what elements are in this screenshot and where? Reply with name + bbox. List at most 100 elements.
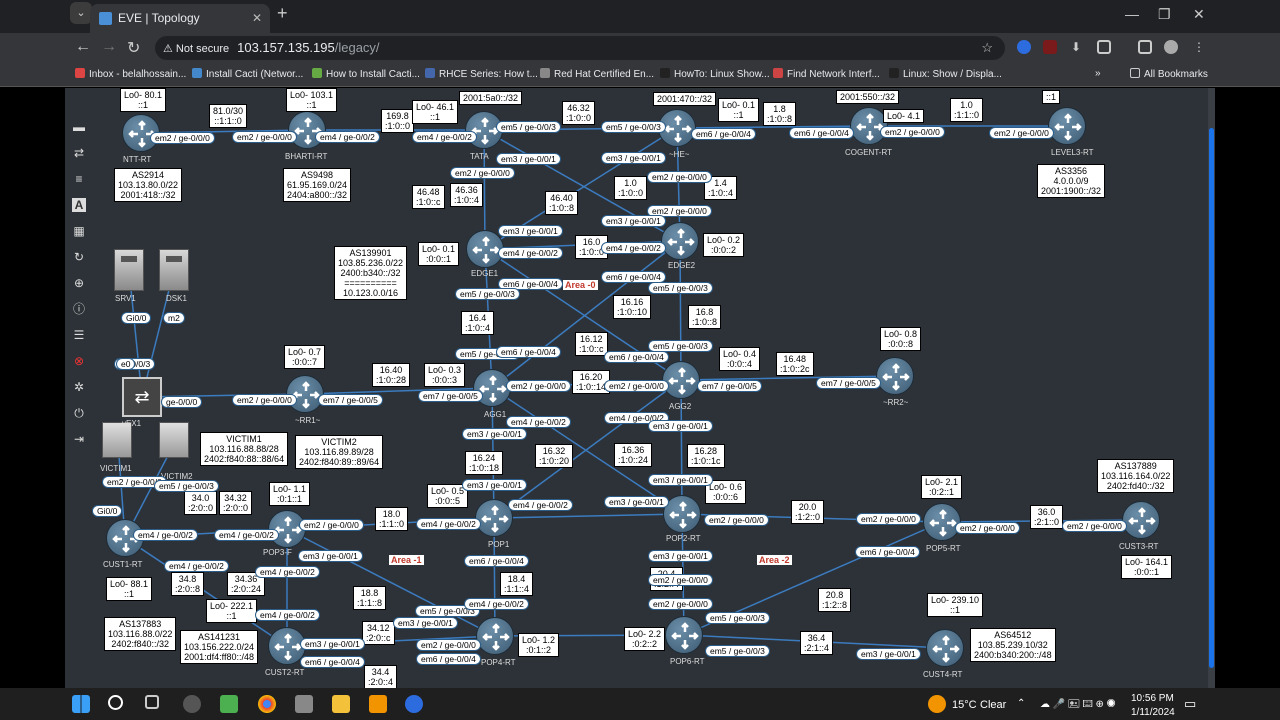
port-label[interactable]: em7 / ge-0/0/5 [697,380,762,392]
node-label-edge2[interactable]: EDGE2 [668,261,695,270]
close-tab-icon[interactable]: ✕ [252,4,262,33]
router-level3[interactable] [1048,107,1086,145]
port-label[interactable]: em3 / ge-0/0/1 [856,648,921,660]
zoom-extension-icon[interactable] [1017,40,1031,54]
app-icon[interactable] [295,695,313,713]
port-label[interactable]: em2 / ge-0/0/0 [416,639,481,651]
start-icon[interactable] [72,695,90,713]
address-bar[interactable]: ⚠ Not secure 103.157.135.195/legacy/ ☆ [155,36,1005,60]
node-label-vex1[interactable]: vEX1 [122,419,141,428]
port-label[interactable]: em4 / ge-0/0/2 [164,560,229,572]
port-label[interactable]: em2 / ge-0/0/0 [704,514,769,526]
port-label[interactable]: em5 / ge-0/0/3 [496,121,561,133]
port-label[interactable]: em6 / ge-0/0/4 [789,127,854,139]
router-pop4[interactable] [476,617,514,655]
port-label[interactable]: em2 / ge-0/0/0 [880,126,945,138]
more-bookmarks-icon[interactable]: » [1095,68,1101,79]
notification-icon[interactable]: ▭ [1184,696,1196,712]
port-label[interactable]: em3 / ge-0/0/1 [393,617,458,629]
port-label[interactable]: em6 / ge-0/0/4 [604,351,669,363]
port-label[interactable]: em6 / ge-0/0/4 [855,546,920,558]
port-label[interactable]: em5 / ge-0/0/3 [154,480,219,492]
port-label[interactable]: em5 / ge-0/0/3 [601,121,666,133]
port-label[interactable]: e0 [116,358,136,370]
bookmark-item[interactable]: RHCE Series: How t... [425,68,538,80]
search-icon[interactable] [108,695,123,710]
switch-vex1[interactable]: ⇄ [122,377,162,417]
port-label[interactable]: em2 / ge-0/0/0 [150,132,215,144]
port-label[interactable]: em2 / ge-0/0/0 [506,380,571,392]
node-label-cust4[interactable]: CUST4-RT [923,670,962,679]
chatgpt-icon[interactable] [183,695,201,713]
port-label[interactable]: em4 / ge-0/0/2 [464,598,529,610]
node-label-pop1[interactable]: POP1 [488,540,509,549]
port-label[interactable]: em4 / ge-0/0/2 [133,529,198,541]
download-icon[interactable]: ⬇ [1071,40,1085,54]
file-explorer-icon[interactable] [332,695,350,713]
port-label[interactable]: em2 / ge-0/0/0 [647,171,712,183]
close-window-icon[interactable]: ✕ [1193,6,1205,23]
port-label[interactable]: em6 / ge-0/0/4 [691,128,756,140]
router-agg2[interactable] [662,361,700,399]
port-label[interactable]: em3 / ge-0/0/1 [604,496,669,508]
port-label[interactable]: em5 / ge-0/0/3 [705,612,770,624]
not-secure-indicator[interactable]: ⚠ Not secure [163,43,229,55]
port-label[interactable]: em2 / ge-0/0/0 [450,167,515,179]
node-label-rr1[interactable]: ~RR1~ [295,416,320,425]
port-label[interactable]: em3 / ge-0/0/1 [601,215,666,227]
minimize-icon[interactable]: — [1125,6,1139,22]
all-bookmarks[interactable]: All Bookmarks [1130,68,1208,80]
port-label[interactable]: em2 / ge-0/0/0 [955,522,1020,534]
port-label[interactable]: em3 / ge-0/0/1 [300,638,365,650]
port-label[interactable]: em7 / ge-0/0/5 [418,390,483,402]
port-label[interactable]: m2 [163,312,185,324]
port-label[interactable]: em3 / ge-0/0/1 [648,474,713,486]
port-label[interactable]: em3 / ge-0/0/1 [496,153,561,165]
menu-icon[interactable]: ⋮ [1193,40,1207,54]
port-label[interactable]: em2 / ge-0/0/0 [604,380,669,392]
node-label-ntt[interactable]: NTT-RT [123,155,151,164]
port-label[interactable]: em2 / ge-0/0/0 [232,131,297,143]
port-label[interactable]: ge-0/0/0 [161,396,203,408]
port-label[interactable]: em7 / ge-0/0/5 [318,394,383,406]
router-pop5[interactable] [923,503,961,541]
weather-temp[interactable]: 15°C [952,699,977,711]
reload-icon[interactable]: ↻ [127,38,140,58]
chrome-icon[interactable] [258,695,276,713]
bookmark-item[interactable]: Find Network Interf... [773,68,880,80]
server-srv1[interactable] [114,249,144,291]
node-label-victim1[interactable]: VICTIM1 [100,464,132,473]
pc-victim2[interactable] [159,422,189,458]
router-bharti[interactable] [288,111,326,149]
port-label[interactable]: em6 / ge-0/0/4 [300,656,365,668]
port-label[interactable]: em3 / ge-0/0/1 [462,428,527,440]
port-label[interactable]: em3 / ge-0/0/1 [498,225,563,237]
tray-icons[interactable]: ☁ 🎤 🖭 ⌨ ⊕ ◉ [1040,697,1116,714]
port-label[interactable]: em2 / ge-0/0/0 [989,127,1054,139]
port-label[interactable]: em4 / ge-0/0/2 [416,518,481,530]
node-label-pop5[interactable]: POP5-RT [926,544,961,553]
router-pop6[interactable] [665,616,703,654]
tab-search-icon[interactable]: ⌄ [70,2,92,24]
router-cust4[interactable] [926,629,964,667]
clock-time[interactable]: 10:56 PM [1131,693,1174,704]
port-label[interactable]: em6 / ge-0/0/4 [496,346,561,358]
weather-condition[interactable]: Clear [980,699,1006,711]
port-label[interactable]: em5 / ge-0/0/3 [705,645,770,657]
port-label[interactable]: em5 / ge-0/0/3 [648,340,713,352]
port-label[interactable]: em2 / ge-0/0/0 [1062,520,1127,532]
port-label[interactable]: em4 / ge-0/0/2 [255,609,320,621]
node-label-cust3[interactable]: CUST3-RT [1119,542,1158,551]
port-label[interactable]: em3 / ge-0/0/1 [298,550,363,562]
profile-avatar[interactable] [1164,40,1178,54]
bookmark-item[interactable]: How to Install Cacti... [312,68,420,80]
node-label-cust1[interactable]: CUST1-RT [103,560,142,569]
port-label[interactable]: Gi0/0 [92,505,123,517]
clock-date[interactable]: 1/11/2024 [1131,707,1175,718]
port-label[interactable]: em6 / ge-0/0/4 [464,555,529,567]
port-label[interactable]: em2 / ge-0/0/0 [856,513,921,525]
port-label[interactable]: em3 / ge-0/0/1 [601,152,666,164]
port-label[interactable]: em2 / ge-0/0/0 [648,598,713,610]
bookmark-item[interactable]: HowTo: Linux Show... [660,68,770,80]
extension-red-icon[interactable] [1043,40,1057,54]
